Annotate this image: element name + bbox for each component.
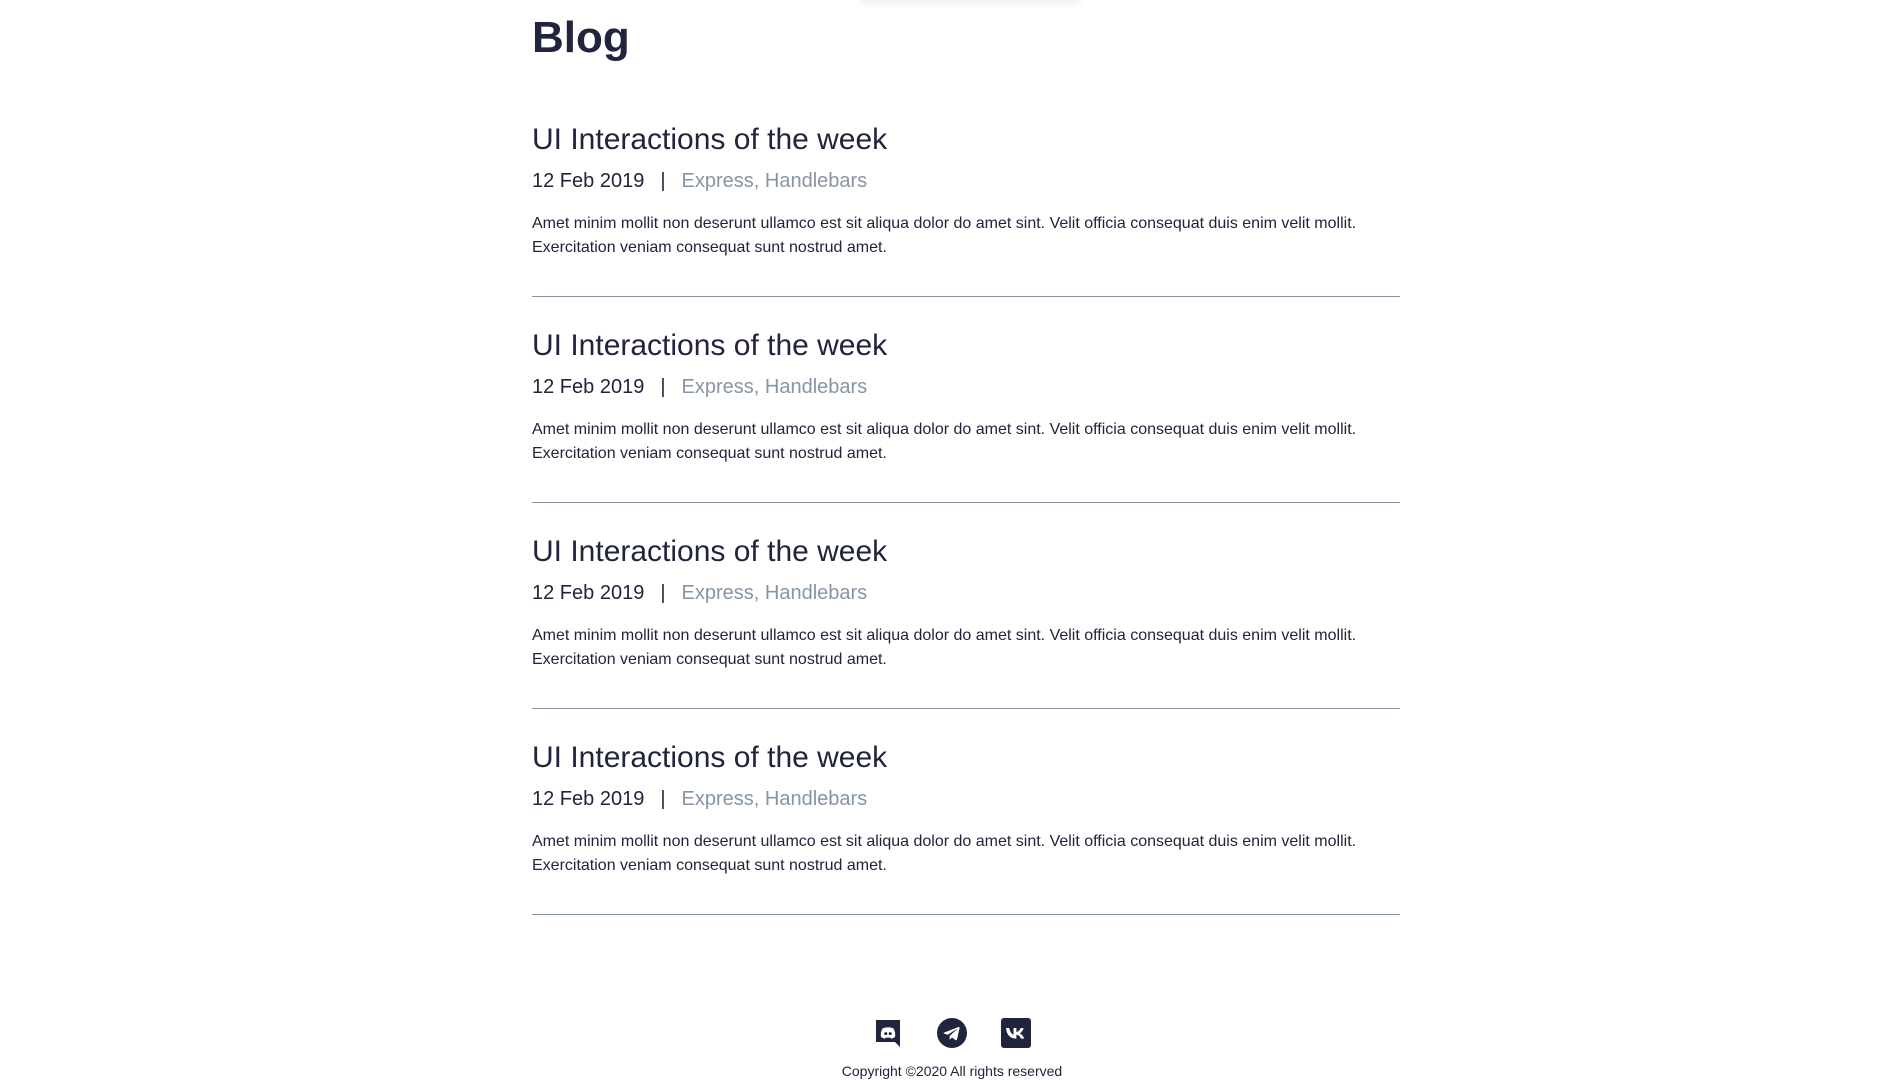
post-excerpt: Amet minim mollit non deserunt ullamco e… <box>532 215 1357 256</box>
footer: Copyright ©2020 All rights reserved <box>0 1018 1904 1080</box>
post-meta: 12 Feb 2019 | Express, Handlebars <box>532 374 1400 400</box>
discord-link[interactable] <box>873 1018 903 1048</box>
post-tags: Express, Handlebars <box>681 788 868 810</box>
blog-page: Blog UI Interactions of the week 12 Feb … <box>532 0 1400 915</box>
meta-separator: | <box>660 376 666 398</box>
post-title-link[interactable]: UI Interactions of the week <box>532 328 1400 364</box>
meta-separator: | <box>660 170 666 192</box>
post-tags: Express, Handlebars <box>681 376 868 398</box>
copyright-text: Copyright ©2020 All rights reserved <box>841 1063 1063 1079</box>
post-title-link[interactable]: UI Interactions of the week <box>532 122 1400 158</box>
meta-separator: | <box>660 582 666 604</box>
post-excerpt: Amet minim mollit non deserunt ullamco e… <box>532 627 1357 668</box>
post-title-link[interactable]: UI Interactions of the week <box>532 740 1400 776</box>
telegram-link[interactable] <box>937 1018 967 1048</box>
meta-separator: | <box>660 788 666 810</box>
post-tags: Express, Handlebars <box>681 582 868 604</box>
post-date: 12 Feb 2019 <box>532 376 645 398</box>
post-item: UI Interactions of the week 12 Feb 2019 … <box>532 328 1400 503</box>
post-tags: Express, Handlebars <box>681 170 868 192</box>
post-item: UI Interactions of the week 12 Feb 2019 … <box>532 534 1400 709</box>
post-date: 12 Feb 2019 <box>532 170 645 192</box>
post-excerpt: Amet minim mollit non deserunt ullamco e… <box>532 421 1357 462</box>
post-date: 12 Feb 2019 <box>532 788 645 810</box>
vk-icon <box>1001 1018 1031 1048</box>
post-title-link[interactable]: UI Interactions of the week <box>532 534 1400 570</box>
vk-link[interactable] <box>1001 1018 1031 1048</box>
post-meta: 12 Feb 2019 | Express, Handlebars <box>532 168 1400 194</box>
post-list: UI Interactions of the week 12 Feb 2019 … <box>532 122 1400 915</box>
post-item: UI Interactions of the week 12 Feb 2019 … <box>532 122 1400 297</box>
post-meta: 12 Feb 2019 | Express, Handlebars <box>532 580 1400 606</box>
post-meta: 12 Feb 2019 | Express, Handlebars <box>532 786 1400 812</box>
social-links <box>0 1018 1904 1048</box>
telegram-icon <box>937 1018 967 1048</box>
discord-icon <box>876 1020 900 1047</box>
post-item: UI Interactions of the week 12 Feb 2019 … <box>532 740 1400 915</box>
post-excerpt: Amet minim mollit non deserunt ullamco e… <box>532 833 1357 874</box>
page-title: Blog <box>532 13 630 62</box>
post-date: 12 Feb 2019 <box>532 582 645 604</box>
